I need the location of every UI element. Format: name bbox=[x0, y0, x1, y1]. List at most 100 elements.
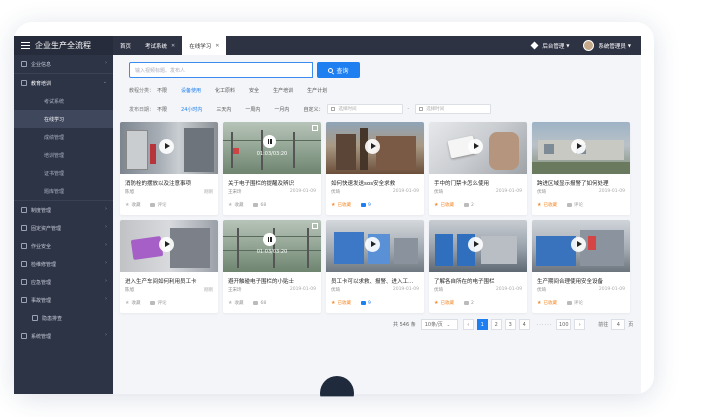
favorite-button[interactable]: ★ 收藏 bbox=[125, 202, 140, 208]
video-thumbnail[interactable] bbox=[532, 122, 630, 174]
filter-option[interactable]: 生产培训 bbox=[273, 87, 293, 94]
page-button-last[interactable]: 100 bbox=[556, 319, 572, 330]
tab-online-learning[interactable]: 在线学习 ✕ bbox=[182, 36, 227, 55]
favorite-button[interactable]: ★ 已收藏 bbox=[331, 202, 351, 208]
page-button-current[interactable]: 1 bbox=[476, 319, 488, 330]
filter-option[interactable]: 不限 bbox=[157, 87, 167, 94]
filter-option[interactable]: 一月内 bbox=[274, 106, 289, 113]
sidebar-subitem-exam-system[interactable]: 考试系统 bbox=[14, 92, 113, 110]
prev-page-button[interactable]: ‹ bbox=[462, 319, 474, 330]
video-card[interactable]: 进入生产车间如何利用员工卡 陈旭 刚刚 ★ 收藏 评论 bbox=[120, 220, 218, 313]
menu-icon[interactable] bbox=[21, 42, 30, 49]
sidebar-item-system[interactable]: 系统管理 › bbox=[14, 327, 113, 345]
comment-button[interactable]: 9 bbox=[360, 300, 371, 306]
next-page-button[interactable]: › bbox=[574, 319, 586, 330]
video-card[interactable]: 跨进区域显示报警了如何处理 伏琦 2019-01-09 ★ 已收藏 评论 bbox=[532, 122, 630, 215]
comment-button[interactable]: 2 bbox=[463, 202, 474, 208]
play-icon[interactable] bbox=[571, 237, 586, 252]
comment-button[interactable]: 评论 bbox=[566, 202, 583, 208]
video-thumbnail[interactable]: 01:03/03:20 bbox=[223, 220, 321, 272]
play-icon[interactable] bbox=[468, 237, 483, 252]
video-thumbnail[interactable] bbox=[429, 220, 527, 272]
tab-home[interactable]: 首页 bbox=[113, 36, 138, 55]
page-button[interactable]: 2 bbox=[490, 319, 502, 330]
favorite-button[interactable]: ★ 已收藏 bbox=[331, 300, 351, 306]
video-card[interactable]: 01:03/03:20 关于电子围栏的提醒及辨识 王宋玲 2019-01-09 ★… bbox=[223, 122, 321, 215]
tab-exam-system[interactable]: 考试系统 ✕ bbox=[138, 36, 182, 55]
favorite-button[interactable]: ★ 收藏 bbox=[228, 202, 243, 208]
video-thumbnail[interactable] bbox=[429, 122, 527, 174]
video-card[interactable]: 消防栓的摆放以及注意事项 陈旭 刚刚 ★ 收藏 评论 bbox=[120, 122, 218, 215]
ellipsis[interactable]: ······ bbox=[537, 322, 553, 328]
video-thumbnail[interactable] bbox=[326, 122, 424, 174]
play-icon[interactable] bbox=[468, 139, 483, 154]
play-icon[interactable] bbox=[571, 139, 586, 154]
sidebar-subitem-online-learning[interactable]: 在线学习 bbox=[14, 110, 113, 128]
video-thumbnail[interactable] bbox=[532, 220, 630, 272]
sidebar-item-work-safety[interactable]: 作业安全 › bbox=[14, 237, 113, 255]
filter-option-selected[interactable]: 24小时内 bbox=[181, 106, 202, 113]
search-input[interactable]: 输入视频标题、发布人 bbox=[129, 62, 313, 78]
filter-option-selected[interactable]: 设备使用 bbox=[181, 87, 201, 94]
play-icon[interactable] bbox=[365, 139, 380, 154]
sidebar-subitem-certificate-management[interactable]: 证书管理 bbox=[14, 164, 113, 182]
sidebar-subitem-training-management[interactable]: 培训管理 bbox=[14, 146, 113, 164]
video-card[interactable]: 生产期间合理使用安全设备 伏琦 2019-01-09 ★ 已收藏 评论 bbox=[532, 220, 630, 313]
play-icon[interactable] bbox=[159, 139, 174, 154]
comment-button[interactable]: 68 bbox=[253, 202, 266, 208]
pause-icon[interactable] bbox=[263, 135, 276, 148]
filter-option[interactable]: 一周内 bbox=[245, 106, 260, 113]
filter-option[interactable]: 化工原料 bbox=[215, 87, 235, 94]
filter-option[interactable]: 安全 bbox=[249, 87, 259, 94]
date-to-input[interactable]: 选择时间 bbox=[415, 104, 492, 114]
video-card[interactable]: 如何快速发送sos安全求救 伏琦 2019-01-09 ★ 已收藏 9 bbox=[326, 122, 424, 215]
close-icon[interactable]: ✕ bbox=[171, 43, 175, 49]
sidebar-item-emergency[interactable]: 应急管理 › bbox=[14, 273, 113, 291]
video-thumbnail[interactable]: 01:03/03:20 bbox=[223, 122, 321, 174]
sidebar-item-company-info[interactable]: 企业信息 › bbox=[14, 55, 113, 73]
sidebar-item-training[interactable]: 教育培训 ⌄ bbox=[14, 74, 113, 92]
favorite-button[interactable]: ★ 已收藏 bbox=[434, 202, 454, 208]
sidebar-item-policy[interactable]: 制度管理 › bbox=[14, 201, 113, 219]
filter-option[interactable]: 三天内 bbox=[216, 106, 231, 113]
favorite-button[interactable]: ★ 已收藏 bbox=[537, 202, 557, 208]
fullscreen-icon[interactable] bbox=[312, 125, 318, 131]
sidebar-item-accident[interactable]: 事故管理 › bbox=[14, 291, 113, 309]
video-thumbnail[interactable] bbox=[120, 122, 218, 174]
filter-option[interactable]: 不限 bbox=[157, 106, 167, 113]
filter-option[interactable]: 生产计划 bbox=[307, 87, 327, 94]
favorite-button[interactable]: ★ 收藏 bbox=[228, 300, 243, 306]
video-card[interactable]: 了解各自所在的电子围栏 伏琦 2019-01-09 ★ 已收藏 2 bbox=[429, 220, 527, 313]
sidebar-subitem-question-bank[interactable]: 题库管理 bbox=[14, 182, 113, 200]
play-icon[interactable] bbox=[159, 237, 174, 252]
video-thumbnail[interactable] bbox=[326, 220, 424, 272]
video-thumbnail[interactable] bbox=[120, 220, 218, 272]
page-size-select[interactable]: 10条/页 ⌄ bbox=[420, 319, 458, 330]
page-button[interactable]: 3 bbox=[504, 319, 516, 330]
filter-option-custom[interactable]: 自定义： bbox=[303, 106, 323, 113]
favorite-button[interactable]: ★ 已收藏 bbox=[537, 300, 557, 306]
play-icon[interactable] bbox=[365, 237, 380, 252]
pause-icon[interactable] bbox=[263, 233, 276, 246]
comment-button[interactable]: 评论 bbox=[150, 300, 166, 306]
favorite-button[interactable]: ★ 已收藏 bbox=[434, 300, 454, 306]
user-menu[interactable]: 系统管理员 bbox=[598, 42, 626, 50]
comment-button[interactable]: 9 bbox=[360, 202, 371, 208]
comment-button[interactable]: 2 bbox=[463, 300, 474, 306]
video-card[interactable]: 手中的门禁卡怎么使用 伏琦 2019-01-09 ★ 已收藏 2 bbox=[429, 122, 527, 215]
backend-menu[interactable]: 后台管理 bbox=[542, 42, 564, 50]
sidebar-item-hazard[interactable]: 隐患排查 bbox=[14, 309, 113, 327]
favorite-button[interactable]: ★ 收藏 bbox=[125, 300, 140, 306]
comment-button[interactable]: 68 bbox=[253, 300, 266, 306]
comment-button[interactable]: 评论 bbox=[566, 300, 583, 306]
comment-button[interactable]: 评论 bbox=[150, 202, 166, 208]
date-from-input[interactable]: 选择时间 bbox=[327, 104, 404, 114]
sidebar-subitem-score-management[interactable]: 成绩管理 bbox=[14, 128, 113, 146]
sidebar-item-maintenance[interactable]: 检维修管理 › bbox=[14, 255, 113, 273]
sidebar-item-fixed-assets[interactable]: 固定资产管理 › bbox=[14, 219, 113, 237]
video-card[interactable]: 01:03/03:20 避开触碰电子围栏的小贴士 王宋玲 2019-01-09 ★… bbox=[223, 220, 321, 313]
search-button[interactable]: 查询 bbox=[317, 62, 360, 78]
avatar[interactable] bbox=[583, 40, 595, 51]
goto-page-input[interactable]: 4 bbox=[611, 319, 626, 330]
fullscreen-icon[interactable] bbox=[312, 223, 318, 229]
